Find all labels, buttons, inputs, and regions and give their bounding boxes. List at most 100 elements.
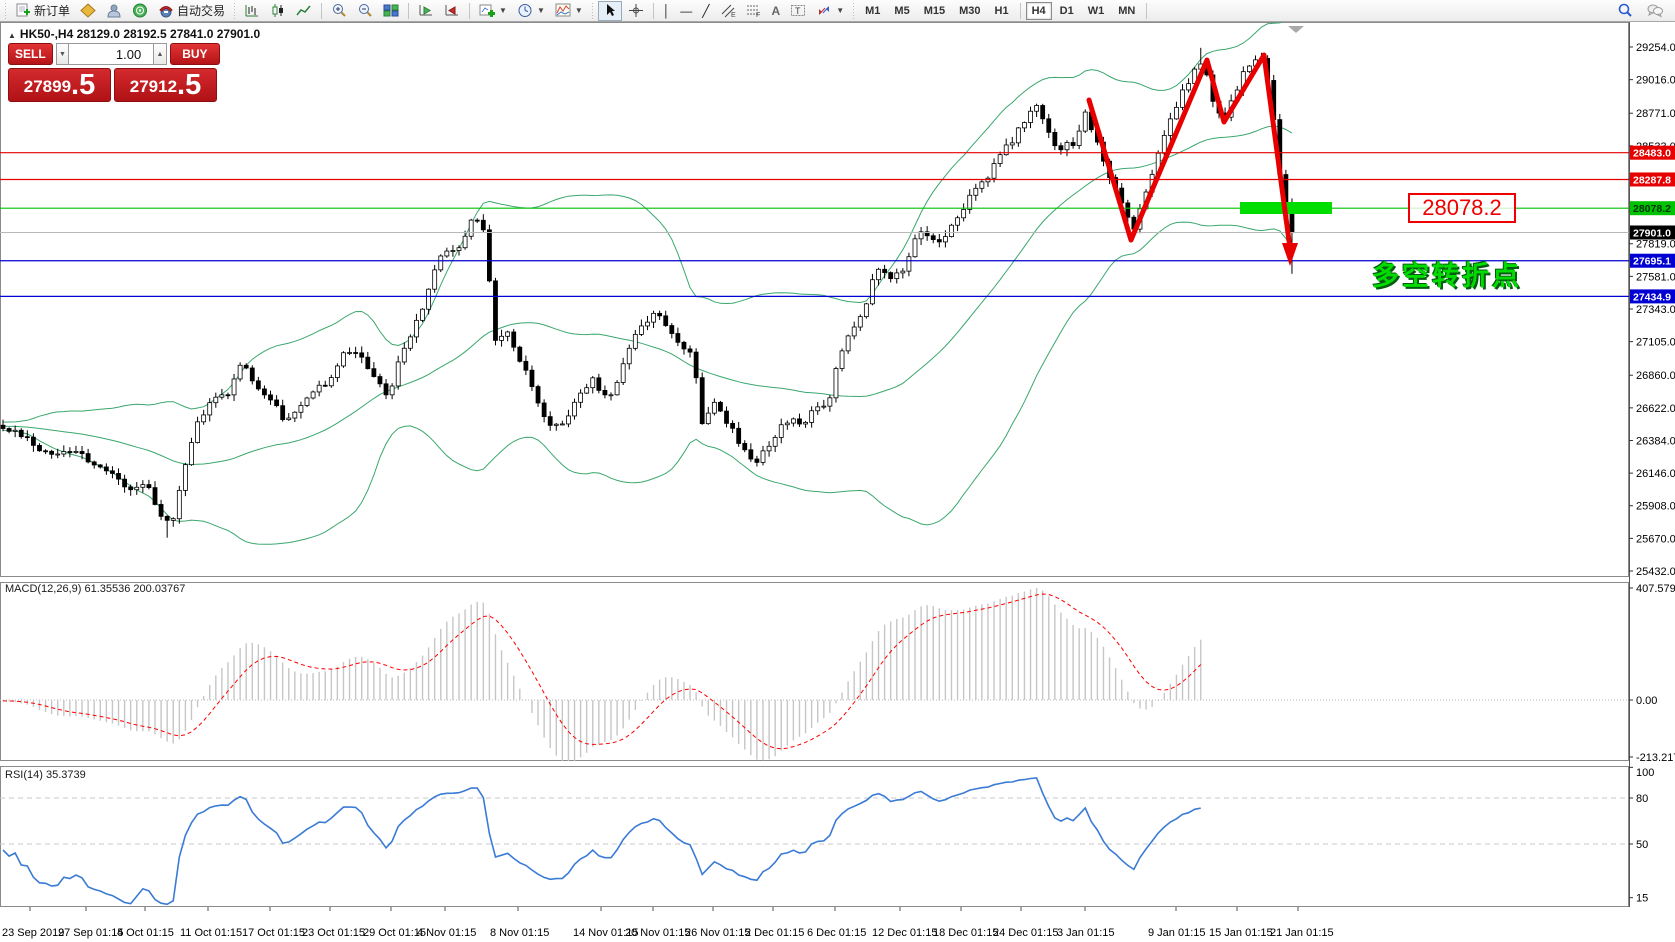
vertical-line-button[interactable]: │ — [659, 1, 675, 21]
buy-price-button[interactable]: 27912.5 — [114, 68, 217, 102]
volume-input[interactable] — [69, 43, 153, 65]
signals-button[interactable] — [128, 1, 152, 21]
timeframe-mn-button[interactable]: MN — [1112, 2, 1141, 20]
timeframe-h4-button[interactable]: H4 — [1026, 2, 1052, 20]
volume-up-button[interactable]: ▲ — [153, 43, 167, 65]
svg-text:25432.0: 25432.0 — [1636, 566, 1675, 578]
fibonacci-icon: F — [746, 3, 762, 18]
profiles-button[interactable]: ▼ — [513, 1, 549, 21]
toolbar-drag-handle[interactable] — [591, 3, 594, 19]
trendline-button[interactable]: ╱ — [698, 1, 713, 21]
candlestick-chart-icon — [270, 3, 286, 18]
timeframe-m30-button[interactable]: M30 — [953, 2, 986, 20]
svg-text:24 Dec 01:15: 24 Dec 01:15 — [993, 927, 1058, 939]
svg-text:4 Oct 01:15: 4 Oct 01:15 — [117, 927, 174, 939]
fibonacci-button[interactable]: F — [742, 1, 766, 21]
text-label-button[interactable]: T — [786, 1, 810, 21]
price-callout[interactable]: 28078.2 — [1408, 193, 1516, 223]
buy-price-fraction: .5 — [177, 70, 201, 100]
channel-icon: E — [720, 3, 736, 18]
collapse-triangle-icon[interactable]: ▲ — [8, 31, 16, 40]
buy-button[interactable]: BUY — [170, 43, 220, 65]
timeframe-m15-button[interactable]: M15 — [918, 2, 951, 20]
dropdown-caret-icon: ▼ — [499, 6, 507, 15]
bollinger-band — [3, 126, 1292, 464]
svg-text:-213.2171: -213.2171 — [1636, 752, 1675, 764]
new-order-button[interactable]: 新订单 — [11, 1, 74, 21]
toolbar-drag-handle[interactable] — [233, 3, 236, 19]
pane-frame — [1, 23, 1629, 577]
tile-windows-button[interactable] — [379, 1, 403, 21]
metaeditor-button[interactable] — [76, 1, 100, 21]
timeframe-m1-button[interactable]: M1 — [859, 2, 886, 20]
chart-shift-button[interactable] — [440, 1, 464, 21]
svg-text:27695.1: 27695.1 — [1633, 256, 1671, 268]
toolbar-drag-handle[interactable] — [4, 3, 7, 19]
time-axis[interactable]: 23 Sep 201927 Sep 01:154 Oct 01:1511 Oct… — [2, 907, 1334, 939]
new-order-icon — [15, 3, 31, 18]
crosshair-button[interactable] — [624, 1, 648, 21]
candlestick-chart-button[interactable] — [266, 1, 290, 21]
community-button[interactable] — [102, 1, 126, 21]
new-chart-button[interactable]: ▼ — [475, 1, 511, 21]
new-chart-icon — [479, 3, 495, 18]
toolbar-separator — [321, 3, 322, 19]
svg-text:8 Nov 01:15: 8 Nov 01:15 — [490, 927, 549, 939]
spinner-down-icon: ▼ — [59, 51, 66, 58]
sell-price-button[interactable]: 27899.5 — [8, 68, 111, 102]
svg-text:25670.0: 25670.0 — [1636, 533, 1675, 545]
zoom-in-icon — [331, 3, 347, 18]
text-button[interactable]: A — [768, 1, 785, 21]
timeframe-d1-button[interactable]: D1 — [1054, 2, 1080, 20]
one-click-trading-panel: SELL ▼ ▲ BUY 27899.5 27912.5 — [8, 43, 220, 102]
line-chart-button[interactable] — [292, 1, 316, 21]
svg-text:0.00: 0.00 — [1636, 695, 1657, 707]
svg-text:3 Jan 01:15: 3 Jan 01:15 — [1057, 927, 1115, 939]
horizontal-line-button[interactable]: — — [676, 1, 696, 21]
svg-text:T: T — [795, 6, 801, 16]
annotation-note[interactable]: 多空转折点 — [1372, 254, 1522, 293]
rsi-pane — [0, 778, 1629, 904]
indicators-button[interactable]: ▼ — [551, 1, 587, 21]
clock-icon — [517, 3, 533, 18]
search-button[interactable] — [1613, 1, 1637, 21]
cursor-button[interactable] — [598, 1, 622, 21]
timeframe-h1-button[interactable]: H1 — [989, 2, 1015, 20]
tile-windows-icon — [383, 3, 399, 18]
chat-button[interactable] — [1643, 1, 1667, 21]
macd-indicator-label: MACD(12,26,9) 61.35536 200.03767 — [5, 583, 185, 595]
macd-pane — [0, 588, 1629, 763]
svg-text:27434.9: 27434.9 — [1633, 291, 1671, 303]
arrows-button[interactable]: ▼ — [812, 1, 848, 21]
svg-text:12 Dec 01:15: 12 Dec 01:15 — [872, 927, 937, 939]
macd-signal-line — [3, 594, 1201, 749]
sell-button[interactable]: SELL — [8, 43, 53, 65]
svg-text:17 Oct 01:15: 17 Oct 01:15 — [242, 927, 305, 939]
autotrading-button[interactable]: 自动交易 — [154, 1, 229, 21]
chart-shift-marker[interactable] — [1288, 26, 1304, 33]
horizontal-line-icon: — — [680, 4, 692, 18]
svg-text:E: E — [731, 12, 736, 18]
auto-scroll-icon — [418, 3, 434, 18]
zoom-in-button[interactable] — [327, 1, 351, 21]
zoom-out-button[interactable] — [353, 1, 377, 21]
toolbar-separator — [1020, 3, 1021, 19]
price-axis[interactable]: 29254.029016.028771.028533.028295.028057… — [1629, 42, 1675, 905]
bar-chart-button[interactable] — [240, 1, 264, 21]
channel-button[interactable]: E — [716, 1, 740, 21]
svg-text:25908.0: 25908.0 — [1636, 501, 1675, 513]
line-chart-icon — [296, 3, 312, 18]
toolbar-separator — [1146, 3, 1147, 19]
svg-text:26384.0: 26384.0 — [1636, 435, 1675, 447]
autotrading-label: 自动交易 — [177, 2, 225, 19]
toolbar-drag-handle[interactable] — [852, 3, 855, 19]
toolbar-separator — [653, 3, 654, 19]
auto-scroll-button[interactable] — [414, 1, 438, 21]
timeframe-w1-button[interactable]: W1 — [1082, 2, 1111, 20]
svg-text:6 Dec 01:15: 6 Dec 01:15 — [807, 927, 866, 939]
price-chart-canvas[interactable]: 29254.029016.028771.028533.028295.028057… — [0, 22, 1675, 942]
volume-down-button[interactable]: ▼ — [56, 43, 70, 65]
svg-text:18 Dec 01:15: 18 Dec 01:15 — [933, 927, 998, 939]
timeframe-m5-button[interactable]: M5 — [888, 2, 915, 20]
chat-icon — [1647, 3, 1663, 18]
